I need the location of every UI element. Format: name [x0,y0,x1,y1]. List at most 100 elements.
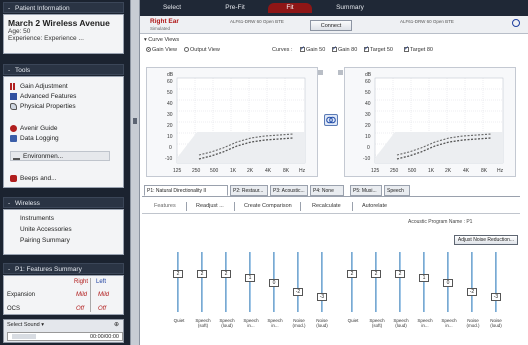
subtab-features[interactable]: Features [154,203,176,209]
select-sound-label: Select Sound [7,322,40,328]
slider-speech-in-1[interactable]: 1 [245,274,255,282]
target-shaded-area [375,132,503,163]
beeps-icon [10,174,17,182]
x-tick: 250 [390,168,399,174]
y-tick: 10 [365,134,371,140]
slider-speech-in-1[interactable]: 1 [419,274,429,282]
panel-splitter[interactable] [130,0,140,345]
output-view-radio[interactable]: Output View [184,47,220,53]
x-tick: 2K [445,168,452,174]
wireless-instruments[interactable]: Instruments [20,215,54,222]
checkbox-checked-icon [300,45,305,53]
patient-name: March 2 Wireless Avenue [8,18,110,28]
wireless-pairing-summary[interactable]: Pairing Summary [20,237,70,244]
slider-speech-loud[interactable]: 2 [395,270,405,278]
tool-label: Advanced Features [20,92,77,100]
slider-quiet[interactable]: 2 [347,270,357,278]
tools-header[interactable]: - Tools [3,64,124,75]
adjust-noise-reduction-button[interactable]: Adjust Noise Reduction... [454,235,518,245]
tab-select[interactable]: Select [152,3,192,13]
tool-gain-adjustment[interactable]: Gain Adjustment [10,81,68,91]
tools-title: Tools [15,67,31,74]
curves-label: Curves : [272,47,293,53]
tool-beeps[interactable]: Beeps and... [10,173,57,183]
target-shaded-area [177,132,305,163]
tab-fit[interactable]: Fit [268,3,312,13]
slider-track [375,252,377,312]
subtab-readjust[interactable]: Readjust ... [196,203,224,209]
environment-icon [13,153,20,160]
tab-speech[interactable]: Speech [384,185,410,196]
slider-speech-soft[interactable]: 2 [371,270,381,278]
link-ears-button[interactable] [324,114,338,126]
y-tick: 30 [365,112,371,118]
target50-checkbox[interactable]: Target 50 [364,45,393,53]
tool-physical-properties[interactable]: Physical Properties [10,101,76,111]
left-ear-gain-chart[interactable]: dB 60 50 40 30 20 10 0 -10 125 250 500 1… [344,67,516,177]
tool-label: Gain Adjustment [20,82,68,90]
col-left-label: Left [96,279,107,285]
y-tick: 60 [365,79,371,85]
slider-noise-mod[interactable]: -2 [293,288,303,296]
curve-views-toggle[interactable]: ▾ Curve Views [144,37,179,43]
tab-program-p4[interactable]: P4: None [310,185,344,196]
slider-speech-soft[interactable]: 2 [197,270,207,278]
x-tick: 125 [173,168,182,174]
tool-avenir-guide[interactable]: Avenir Guide [10,123,57,133]
x-tick: 8K [481,168,488,174]
tool-environment[interactable]: Environmen... [10,151,110,161]
tab-program-p2[interactable]: P2: Restaur... [230,185,268,196]
tab-program-p1[interactable]: P1: Natural Directionality II [144,185,228,196]
gain80-checkbox[interactable]: Gain 80 [332,45,358,53]
x-unit: Hz [299,168,306,174]
gain50-label: Gain 50 [306,47,326,53]
slider-track [495,252,497,312]
tab-program-p3[interactable]: P3: Acoustic... [270,185,308,196]
gain-view-radio[interactable]: Gain View [146,47,177,53]
subtab-autorelate[interactable]: Autorelate [362,203,387,209]
radio-icon [184,47,189,53]
connect-button[interactable]: Connect [310,20,352,31]
gain80-label: Gain 80 [338,47,358,53]
target80-checkbox[interactable]: Target 80 [404,45,433,53]
tab-summary[interactable]: Summary [325,3,375,13]
sound-progress[interactable]: 00:00/00:00 [7,332,123,341]
subtab-create-comparison[interactable]: Create Comparison [244,203,292,209]
col-divider [90,278,91,312]
slider-speech-in-2[interactable]: 0 [269,279,279,287]
tool-data-logging[interactable]: Data Logging [10,133,59,143]
tab-program-p5[interactable]: P5: Musi... [350,185,382,196]
slider-speech-loud[interactable]: 2 [221,270,231,278]
splitter-grip[interactable] [133,118,137,124]
wireless-header[interactable]: - Wireless [3,197,124,208]
slider-noise-mod[interactable]: -2 [467,288,477,296]
slider-speech-in-2[interactable]: 0 [443,279,453,287]
slider-label: Speech (loud) [219,318,235,328]
pin-icon[interactable]: ⊕ [114,321,119,328]
slider-noise-loud[interactable]: -3 [317,293,327,301]
patient-info-header[interactable]: - Patient Information [3,2,124,13]
slider-label: Quiet [347,318,359,323]
slider-label: Quiet [173,318,185,323]
y-tick: 30 [167,112,173,118]
curve-views-label: Curve Views [148,37,180,43]
x-tick: 4K [265,168,272,174]
x-tick: 500 [210,168,219,174]
y-tick: 50 [167,90,173,96]
gain50-checkbox[interactable]: Gain 50 [300,45,326,53]
patient-info-panel: March 2 Wireless Avenue Age: 50 Experien… [3,14,124,54]
play-controls[interactable] [12,334,36,339]
y-axis-ticks: 60 50 40 30 20 10 0 -10 [165,79,173,162]
subtab-recalculate[interactable]: Recalculate [312,203,341,209]
wireless-accessories[interactable]: Unite Accessories [20,226,72,233]
tab-prefit[interactable]: Pre-Fit [215,3,255,13]
features-summary-header[interactable]: - P1: Features Summary [3,263,124,274]
separator [352,202,353,211]
tool-advanced-features[interactable]: Advanced Features [10,91,76,101]
select-sound-dropdown[interactable]: Select Sound ▾ [7,322,44,328]
tools-panel: Gain Adjustment Advanced Features Physic… [3,76,124,188]
left-ear-noise-sliders: 2 Quiet 2 Speech (soft) 2 Speech (loud) … [334,250,520,336]
slider-noise-loud[interactable]: -3 [491,293,501,301]
slider-quiet[interactable]: 2 [173,270,183,278]
right-ear-gain-chart[interactable]: dB 60 50 40 30 20 10 0 -10 125 250 500 1… [146,67,318,177]
